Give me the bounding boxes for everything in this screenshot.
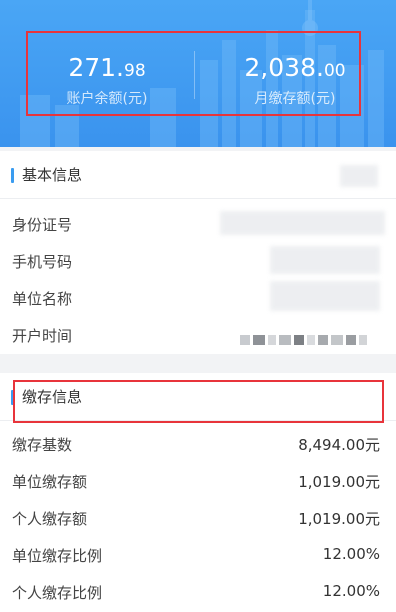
payment-label: 单位缴存比例 xyxy=(12,547,103,565)
basic-info-card: 基本信息 身份证号 手机号码 单位名称 开户时间 xyxy=(0,151,396,354)
section-accent-bar xyxy=(11,168,14,183)
monthly-decimal: 00 xyxy=(323,61,346,81)
basic-info-title: 基本信息 xyxy=(22,166,83,184)
monthly-integer: 2,038. xyxy=(244,53,324,82)
info-label: 身份证号 xyxy=(12,216,73,234)
basic-info-header: 基本信息 xyxy=(0,151,396,199)
payment-row-employer-amount: 单位缴存额 1,019.00元 xyxy=(0,462,396,499)
redacted-value xyxy=(270,246,380,274)
balance-decimal: 98 xyxy=(124,61,146,81)
account-balance: 271.98 账户余额(元) xyxy=(32,53,182,108)
summary-divider xyxy=(194,51,195,99)
payment-value: 8,494.00元 xyxy=(298,436,380,454)
redacted-avatar xyxy=(340,165,378,187)
redacted-value xyxy=(240,330,370,345)
info-row-phone: 手机号码 xyxy=(0,242,396,279)
info-row-open-date: 开户时间 xyxy=(0,316,396,353)
account-balance-value: 271.98 xyxy=(32,53,182,86)
payment-row-employer-rate: 单位缴存比例 12.00% xyxy=(0,536,396,573)
info-label: 开户时间 xyxy=(12,327,73,345)
payment-value: 1,019.00元 xyxy=(298,473,380,491)
payment-title-highlight-box xyxy=(13,380,384,423)
redacted-value xyxy=(270,281,380,311)
info-row-id-number: 身份证号 xyxy=(0,205,396,242)
payment-value: 1,019.00元 xyxy=(298,510,380,528)
payment-label: 个人缴存额 xyxy=(12,510,88,528)
payment-label: 单位缴存额 xyxy=(12,473,88,491)
payment-value: 12.00% xyxy=(322,545,380,563)
payment-row-personal-rate: 个人缴存比例 12.00% xyxy=(0,573,396,610)
payment-label: 缴存基数 xyxy=(12,436,73,454)
info-label: 手机号码 xyxy=(12,253,73,271)
redacted-value xyxy=(220,211,385,235)
balance-integer: 271. xyxy=(68,53,125,82)
payment-label: 个人缴存比例 xyxy=(12,584,103,602)
account-summary-header: 271.98 账户余额(元) 2,038.00 月缴存额(元) xyxy=(0,0,396,147)
info-row-employer: 单位名称 xyxy=(0,279,396,316)
account-balance-caption: 账户余额(元) xyxy=(66,91,148,107)
payment-value: 12.00% xyxy=(322,582,380,600)
payment-row-base: 缴存基数 8,494.00元 xyxy=(0,425,396,462)
summary-highlight-box: 271.98 账户余额(元) 2,038.00 月缴存额(元) xyxy=(26,31,361,116)
monthly-payment: 2,038.00 月缴存额(元) xyxy=(220,53,370,108)
payment-row-personal-amount: 个人缴存额 1,019.00元 xyxy=(0,499,396,536)
monthly-payment-caption: 月缴存额(元) xyxy=(254,91,336,107)
monthly-payment-value: 2,038.00 xyxy=(220,53,370,86)
info-label: 单位名称 xyxy=(12,290,73,308)
